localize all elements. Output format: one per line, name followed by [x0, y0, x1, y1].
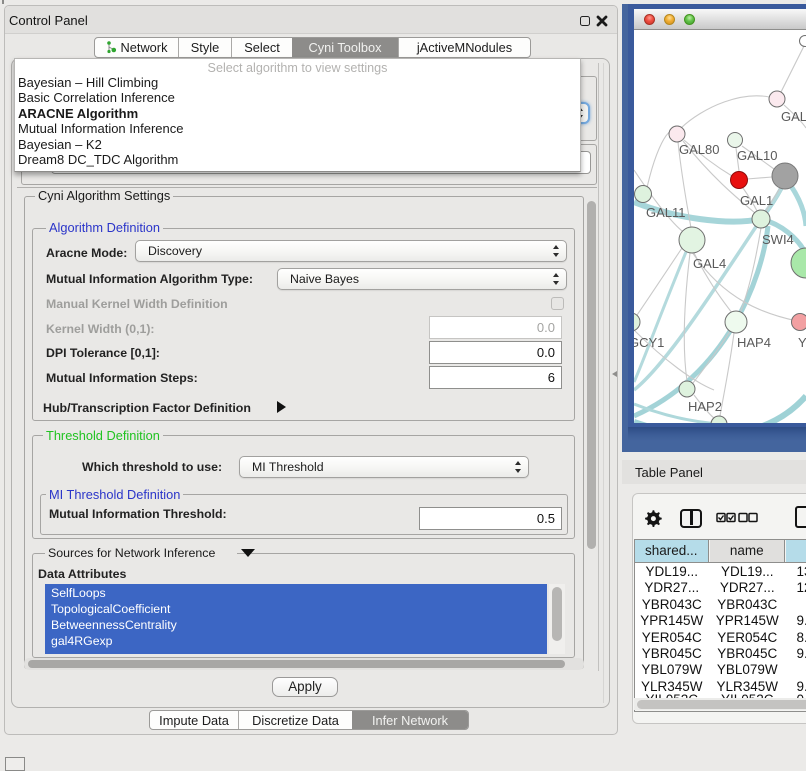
svg-text:GCY1: GCY1: [634, 335, 664, 350]
svg-text:GAL4: GAL4: [693, 256, 726, 271]
svg-text:GAL1: GAL1: [740, 193, 773, 208]
svg-text:HAP4: HAP4: [737, 335, 771, 350]
svg-text:HAP2: HAP2: [688, 399, 722, 414]
svg-text:GAL10: GAL10: [737, 148, 777, 163]
svg-text:GAL80: GAL80: [679, 142, 719, 157]
svg-text:Y: Y: [798, 335, 806, 350]
svg-text:GAL7: GAL7: [781, 109, 806, 124]
svg-text:SWI4: SWI4: [762, 232, 794, 247]
svg-text:GAL11: GAL11: [646, 205, 686, 220]
